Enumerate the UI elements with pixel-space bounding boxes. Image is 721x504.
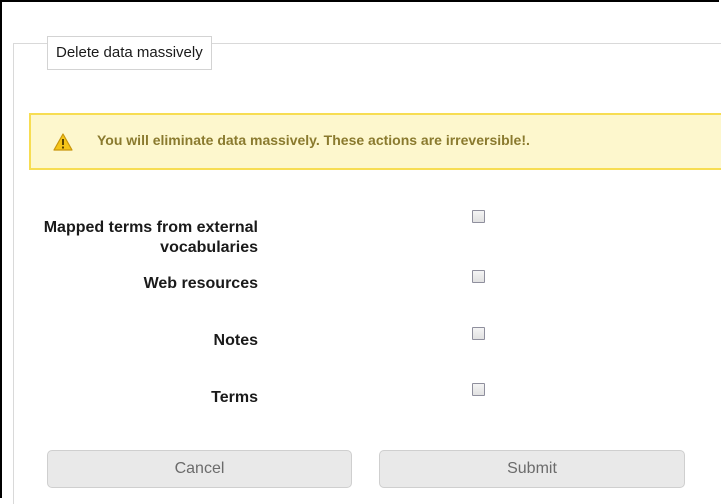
cancel-button[interactable]: Cancel xyxy=(47,450,352,488)
option-label-notes: Notes xyxy=(213,332,258,349)
checkbox-notes[interactable] xyxy=(472,327,485,340)
warning-text: You will eliminate data massively. These… xyxy=(97,132,530,148)
checkbox-terms[interactable] xyxy=(472,383,485,396)
warning-triangle-icon xyxy=(53,133,73,151)
option-label-terms: Terms xyxy=(211,389,258,406)
submit-button[interactable]: Submit xyxy=(379,450,685,488)
checkbox-web-resources[interactable] xyxy=(472,270,485,283)
warning-banner: You will eliminate data massively. These… xyxy=(29,113,721,170)
fieldset-legend: Delete data massively xyxy=(47,36,212,70)
option-label-mapped-terms: Mapped terms from external vocabularies xyxy=(43,219,258,256)
checkbox-mapped-terms[interactable] xyxy=(472,210,485,223)
option-label-web-resources: Web resources xyxy=(143,275,258,292)
